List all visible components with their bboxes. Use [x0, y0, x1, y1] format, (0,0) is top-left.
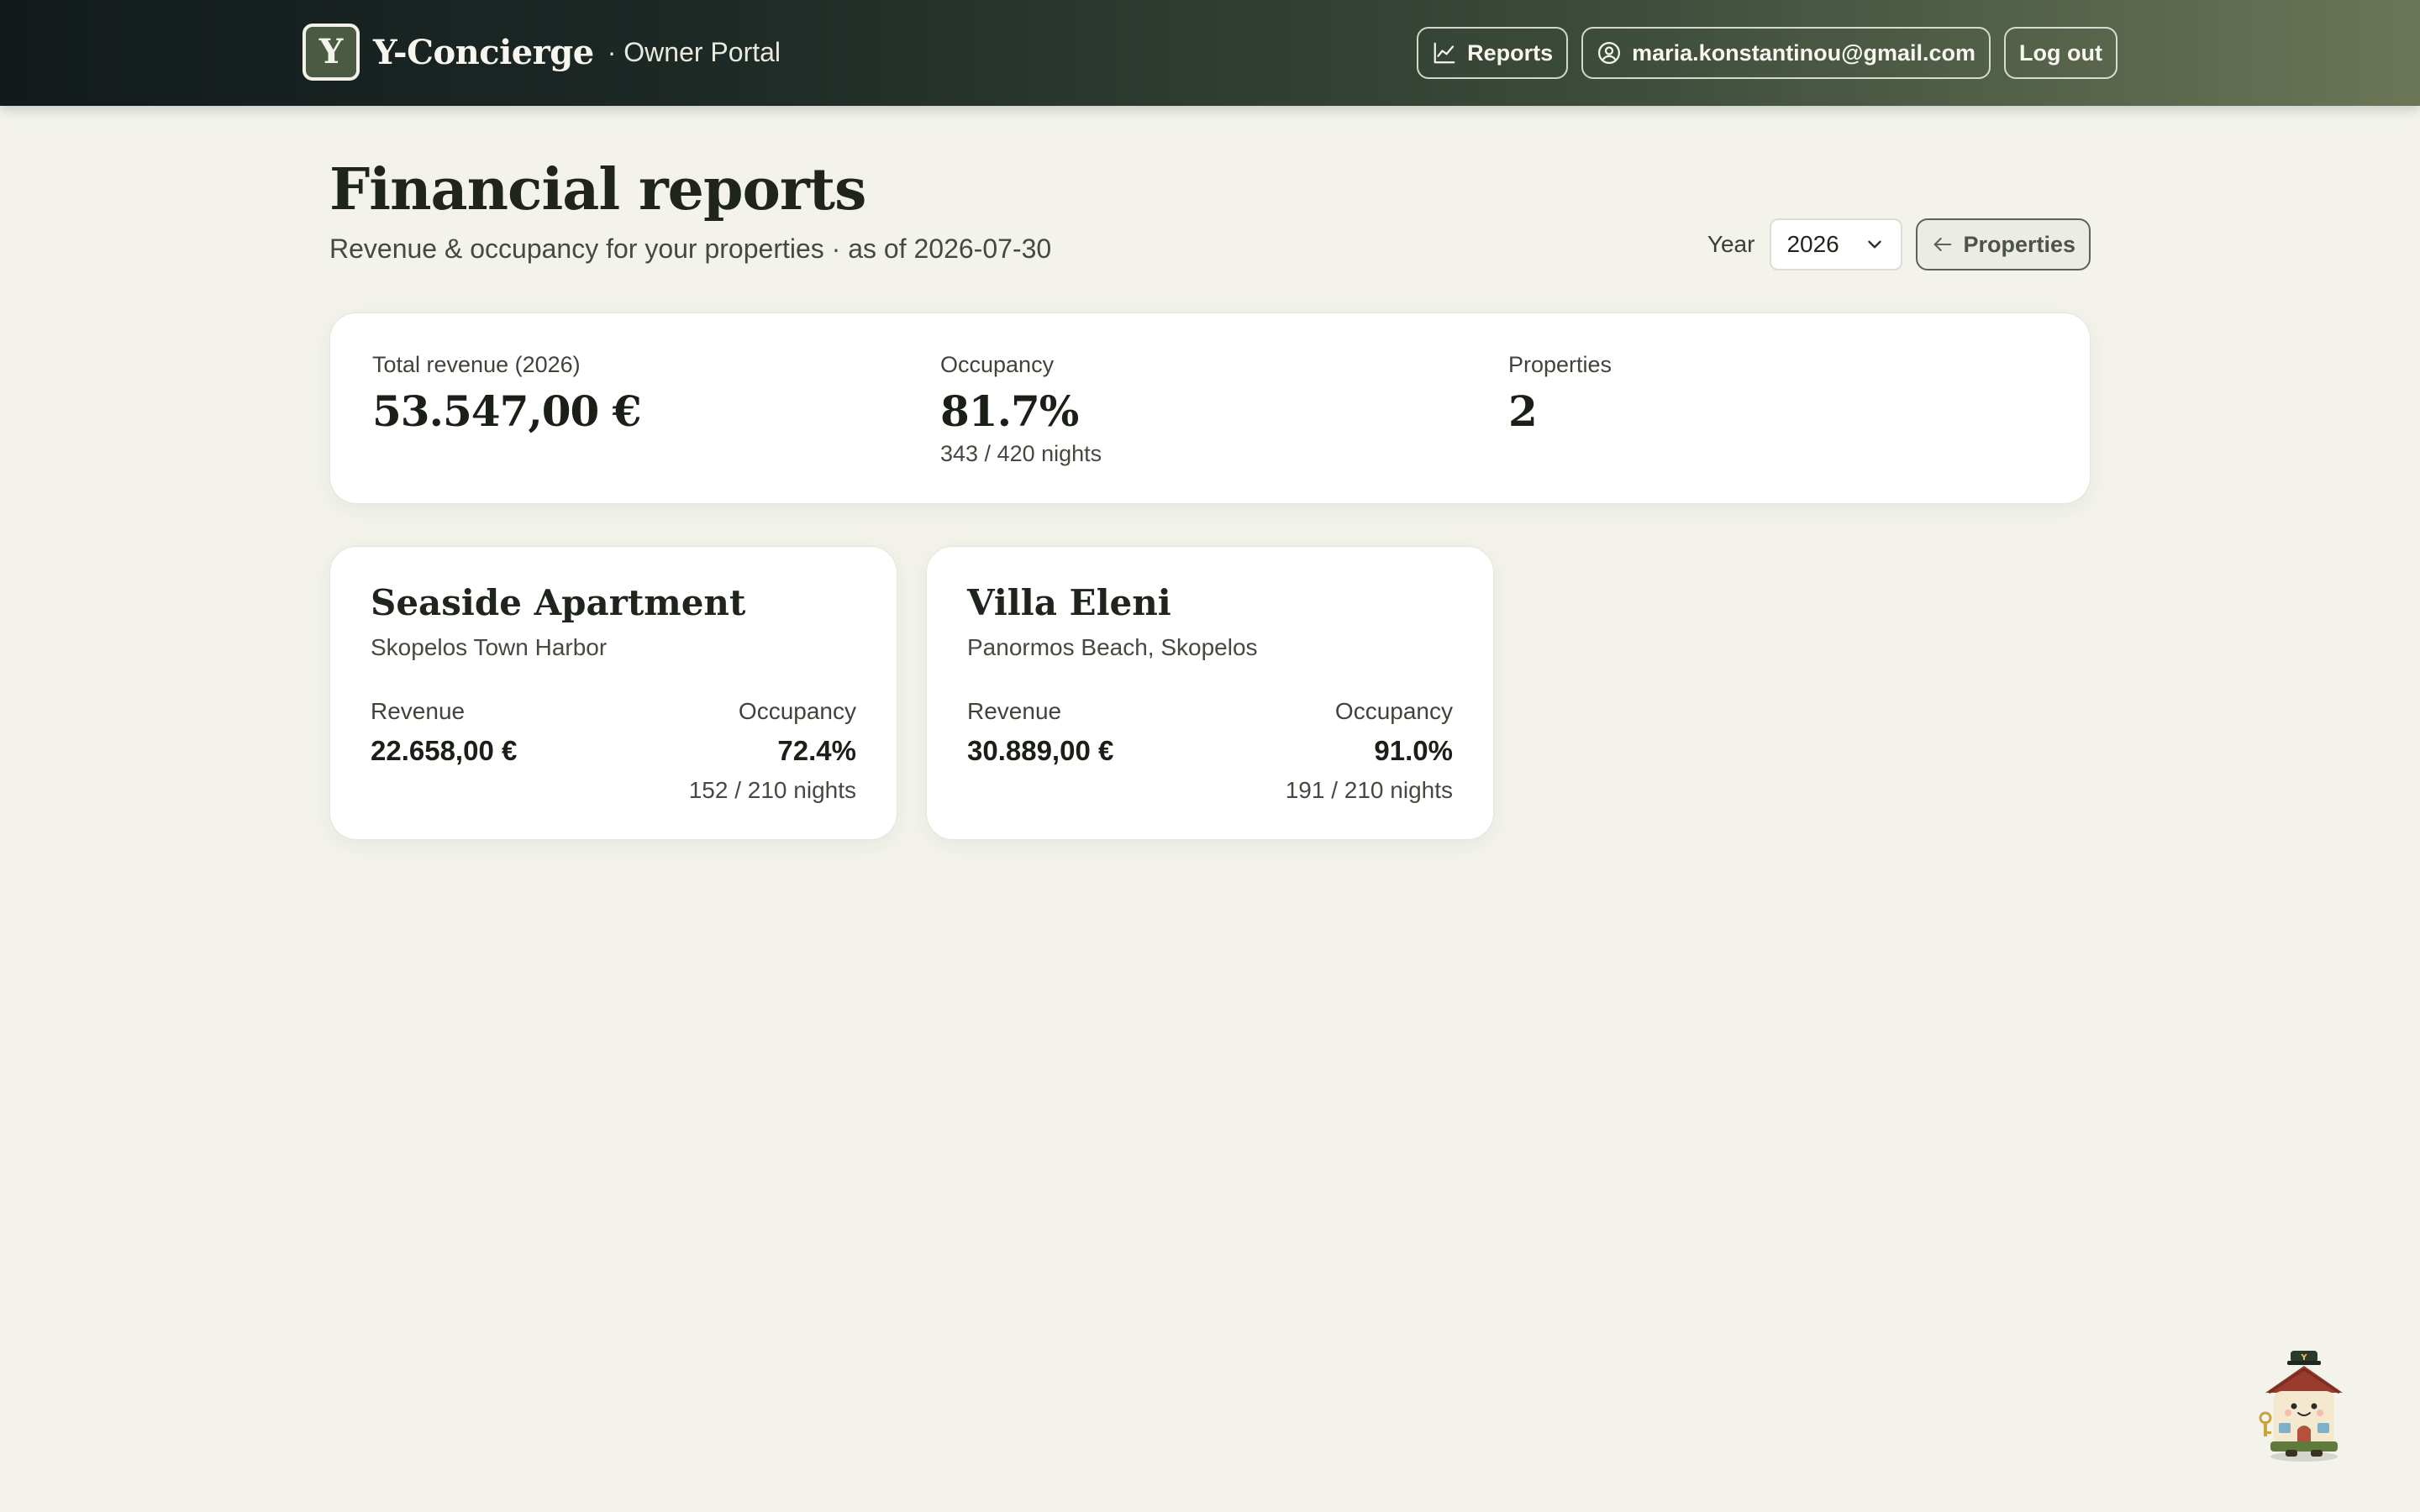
chevron-down-icon	[1868, 240, 1882, 249]
occupancy-nights: 343 / 420 nights	[940, 441, 1102, 466]
property-name: Seaside Apartment	[371, 582, 746, 623]
logo-letter: Y	[318, 32, 344, 71]
top-navigation-bar: Y Y-Concierge · Owner Portal Reports mar…	[0, 0, 2420, 106]
logout-button[interactable]: Log out	[2004, 27, 2118, 79]
property-location: Panormos Beach, Skopelos	[967, 634, 1258, 660]
logout-label: Log out	[2019, 39, 2102, 66]
arrow-left-icon	[1934, 237, 1952, 252]
property-occupancy-label: Occupancy	[738, 698, 856, 724]
portal-label: · Owner Portal	[607, 36, 781, 67]
brand-name: Y-Concierge	[373, 32, 594, 72]
mascot-badge-letter: Y	[2300, 1353, 2307, 1362]
user-circle-icon	[1598, 42, 1621, 64]
page-subtitle: Revenue & occupancy for your properties …	[329, 234, 1052, 264]
property-occupancy-value: 91.0%	[1374, 735, 1453, 766]
back-label: Properties	[1963, 231, 2075, 257]
account-email: maria.konstantinou@gmail.com	[1632, 39, 1976, 66]
reports-label: Reports	[1467, 39, 1554, 66]
total-revenue-stat: Total revenue (2026) 53.547,00 €	[372, 352, 642, 436]
property-occupancy-nights: 152 / 210 nights	[688, 777, 856, 803]
property-revenue-value: 30.889,00 €	[967, 735, 1114, 766]
properties-stat: Properties 2	[1508, 352, 1612, 436]
property-occupancy: Occupancy 72.4% 152 / 210 nights	[689, 698, 856, 804]
property-occupancy-label: Occupancy	[1334, 698, 1453, 724]
properties-label: Properties	[1508, 352, 1612, 377]
property-name: Villa Eleni	[967, 582, 1171, 623]
properties-count: 2	[1508, 386, 1538, 436]
logo-icon: Y	[302, 24, 360, 81]
page-title: Financial reports	[329, 156, 866, 223]
property-occupancy: Occupancy 91.0% 191 / 210 nights	[1286, 698, 1453, 804]
brand[interactable]: Y Y-Concierge · Owner Portal	[302, 24, 781, 81]
property-revenue-label: Revenue	[371, 698, 466, 724]
back-to-properties-button[interactable]: Properties	[1916, 218, 2091, 270]
total-revenue-label: Total revenue (2026)	[372, 352, 581, 377]
report-controls: Year 2026 Properties	[1707, 218, 2091, 270]
occupancy-stat: Occupancy 81.7% 343 / 420 nights	[940, 352, 1102, 467]
property-card-villa-eleni[interactable]: Villa Eleni Panormos Beach, Skopelos Rev…	[926, 546, 1494, 840]
property-revenue-label: Revenue	[967, 698, 1062, 724]
year-label: Year	[1707, 231, 1755, 257]
reports-button[interactable]: Reports	[1417, 27, 1569, 79]
occupancy-label: Occupancy	[940, 352, 1055, 377]
house-concierge-mascot-icon: Y	[2259, 1351, 2343, 1462]
year-value: 2026	[1786, 231, 1839, 257]
header-nav: Reports maria.konstantinou@gmail.com Log…	[1417, 27, 2118, 79]
property-card-seaside-apartment[interactable]: Seaside Apartment Skopelos Town Harbor R…	[329, 546, 897, 840]
chart-line-icon	[1434, 42, 1455, 64]
summary-card: Total revenue (2026) 53.547,00 € Occupan…	[329, 312, 2091, 504]
property-revenue-value: 22.658,00 €	[371, 735, 518, 766]
property-revenue: Revenue 30.889,00 €	[967, 698, 1113, 767]
property-occupancy-value: 72.4%	[777, 735, 856, 766]
occupancy-value: 81.7%	[940, 386, 1079, 436]
total-revenue-value: 53.547,00 €	[372, 386, 642, 436]
concierge-mascot-button[interactable]: Y	[2254, 1346, 2354, 1463]
account-button[interactable]: maria.konstantinou@gmail.com	[1581, 27, 1991, 79]
property-occupancy-nights: 191 / 210 nights	[1285, 777, 1453, 803]
property-location: Skopelos Town Harbor	[371, 634, 608, 660]
year-select[interactable]: 2026	[1770, 218, 1903, 270]
property-revenue: Revenue 22.658,00 €	[371, 698, 517, 767]
